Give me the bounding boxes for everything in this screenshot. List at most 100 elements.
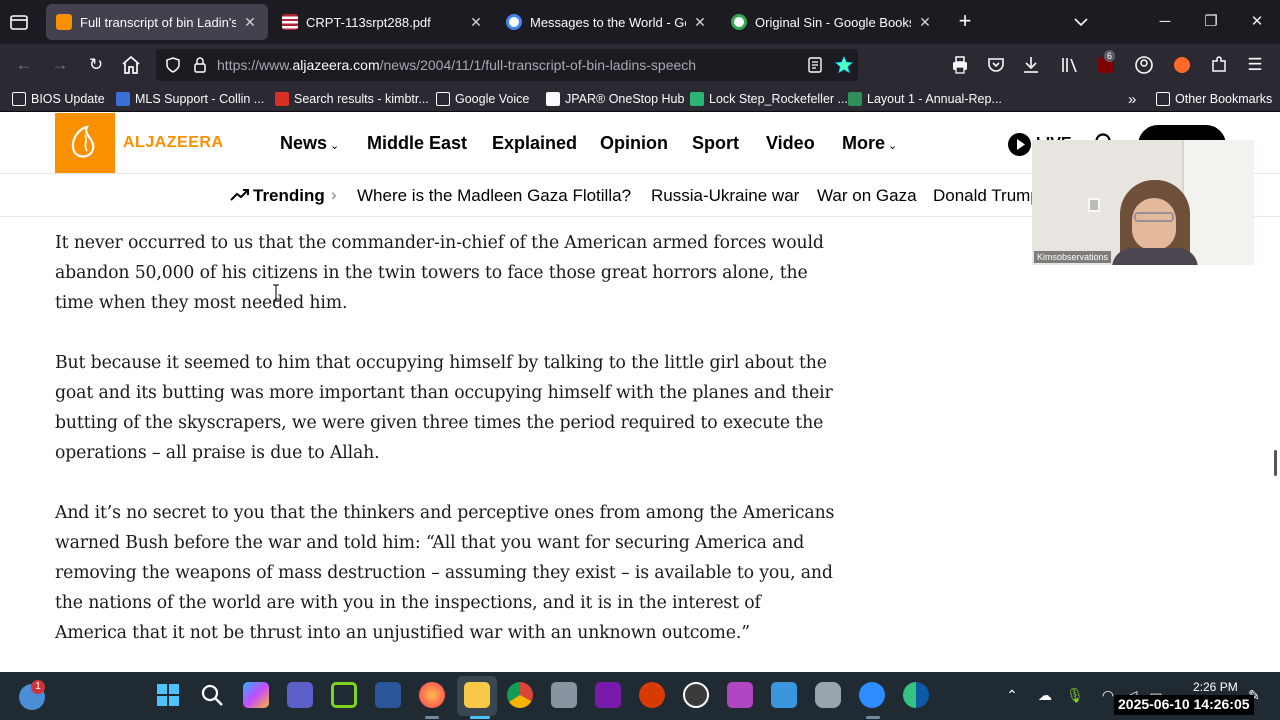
shield-icon[interactable] [164,56,182,74]
tab-original-sin[interactable]: Original Sin - Google Books ✕ [721,4,943,40]
trending-link[interactable]: Russia-Ukraine war [651,186,799,206]
trending-link[interactable]: Where is the Madleen Gaza Flotilla? [357,186,631,206]
article-paragraph: But because it seemed to him that occupy… [55,353,833,463]
text-cursor-icon [273,284,279,302]
bookmark-item[interactable]: Lock Step_Rockefeller ... [690,90,848,108]
app-icon[interactable] [639,682,665,708]
nav-sport[interactable]: Sport [692,133,739,154]
ublock-extension-icon[interactable]: 6 [1094,50,1118,77]
tab-overview-icon[interactable] [8,11,30,33]
gmail-icon [275,92,289,106]
close-tab-icon[interactable]: ✕ [242,14,258,31]
extension-icon[interactable] [1170,53,1194,77]
word-icon[interactable] [375,682,401,708]
nav-more[interactable]: More ⌄ [842,133,897,154]
video-call-overlay[interactable]: Kimsobservations [1032,140,1254,265]
edge-icon[interactable] [903,682,929,708]
article-paragraph: And it’s no secret to you that the think… [55,503,835,643]
media-player-icon[interactable] [683,682,709,708]
aljazeera-logo-icon[interactable] [55,113,115,173]
firefox-icon[interactable] [419,682,445,708]
forward-button[interactable]: → [48,53,72,77]
play-icon[interactable] [1008,133,1031,156]
logo-wordmark[interactable]: ALJAZEERA [123,134,224,152]
bookmark-label: Lock Step_Rockefeller ... [709,92,848,106]
nav-middle-east[interactable]: Middle East [367,133,467,154]
running-indicator [866,716,880,719]
taskbar-clock[interactable]: 2:26 PM [1193,680,1238,694]
paint-icon[interactable] [771,682,797,708]
onedrive-icon[interactable]: ☁ [1035,685,1055,705]
bookmark-item[interactable]: Google Voice [436,90,529,108]
new-tab-button[interactable]: + [954,10,976,34]
copilot-icon[interactable] [243,682,269,708]
url-host: aljazeera.com [292,57,380,73]
tab-pdf[interactable]: CRPT-113srpt288.pdf ✕ [272,4,494,40]
chevron-down-icon[interactable] [1072,13,1090,31]
tab-aljazeera[interactable]: Full transcript of bin Ladin's spe ✕ [46,4,268,40]
download-icon[interactable] [1019,53,1043,77]
reader-view-icon[interactable] [807,57,823,73]
pocket-icon[interactable] [984,53,1008,77]
hamburger-menu-icon[interactable]: ☰ [1243,53,1267,77]
chevron-right-icon: › [331,185,337,204]
bookmark-item[interactable]: Search results - kimbtr... [275,90,429,108]
url-text[interactable]: https://www.aljazeera.com/news/2004/11/1… [217,57,696,73]
tab-title: Messages to the World - Googl [530,14,686,30]
print-icon[interactable] [948,53,972,77]
teams-icon[interactable] [287,682,313,708]
nav-news[interactable]: News ⌄ [280,133,339,154]
chrome-icon[interactable] [507,682,533,708]
nav-explained[interactable]: Explained [492,133,577,154]
scrollbar-thumb[interactable] [1274,450,1277,476]
url-path: /news/2004/11/1/full-transcript-of-bin-l… [379,57,697,73]
bookmark-item[interactable]: Layout 1 - Annual-Rep... [848,90,1002,108]
microphone-icon[interactable]: 🎙 [1065,685,1085,705]
bookmark-item[interactable]: JPAR® OneStop Hub [546,90,684,108]
close-tab-icon[interactable]: ✕ [917,14,933,31]
participant-name: Kimsobservations [1034,251,1112,263]
file-explorer-icon[interactable] [464,682,490,708]
account-icon[interactable] [1132,53,1156,77]
bookmarks-toolbar: BIOS Update MLS Support - Collin ... Sea… [0,86,1280,112]
tab-messages[interactable]: Messages to the World - Googl ✕ [496,4,718,40]
microphone-icon[interactable] [815,682,841,708]
lock-icon[interactable] [192,56,208,74]
search-icon[interactable] [199,682,225,708]
r-icon [848,92,862,106]
address-bar[interactable]: https://www.aljazeera.com/news/2004/11/1… [156,49,858,81]
navigation-toolbar: ← → ↻ https://www.aljazeera.com/news/200… [0,44,1280,86]
us-flag-icon [282,14,298,30]
minimize-button[interactable]: ─ [1153,10,1177,34]
bookmark-star-icon[interactable] [835,56,853,74]
recording-timestamp-overlay: 2025-06-10 14:26:05 [1114,695,1254,715]
notification-badge: 1 [31,680,45,694]
bookmarks-overflow-icon[interactable]: » [1128,90,1136,108]
close-tab-icon[interactable]: ✕ [468,14,484,31]
close-tab-icon[interactable]: ✕ [692,14,708,31]
app-icon[interactable] [331,682,357,708]
nav-opinion[interactable]: Opinion [600,133,668,154]
library-icon[interactable] [1057,53,1081,77]
reload-button[interactable]: ↻ [84,53,108,77]
other-bookmarks[interactable]: Other Bookmarks [1156,90,1272,108]
trending-link[interactable]: War on Gaza [817,186,917,206]
trending-link[interactable]: Donald Trump [933,186,1040,206]
folder-icon [1156,92,1170,106]
chevron-up-icon[interactable]: ⌃ [1002,685,1022,705]
bookmark-item[interactable]: BIOS Update [12,90,105,108]
clipchamp-icon[interactable] [727,682,753,708]
participant-shirt [1112,248,1198,265]
google-favicon-icon [506,14,522,30]
home-icon[interactable] [119,53,143,77]
camera-icon[interactable] [551,682,577,708]
windows-start-icon[interactable] [155,682,181,708]
back-button[interactable]: ← [12,53,36,77]
extensions-puzzle-icon[interactable] [1207,53,1231,77]
zoom-icon[interactable] [859,682,885,708]
close-window-button[interactable]: ✕ [1245,10,1269,34]
nav-video[interactable]: Video [766,133,815,154]
onenote-icon[interactable] [595,682,621,708]
bookmark-item[interactable]: MLS Support - Collin ... [116,90,264,108]
restore-button[interactable]: ❐ [1199,10,1223,34]
